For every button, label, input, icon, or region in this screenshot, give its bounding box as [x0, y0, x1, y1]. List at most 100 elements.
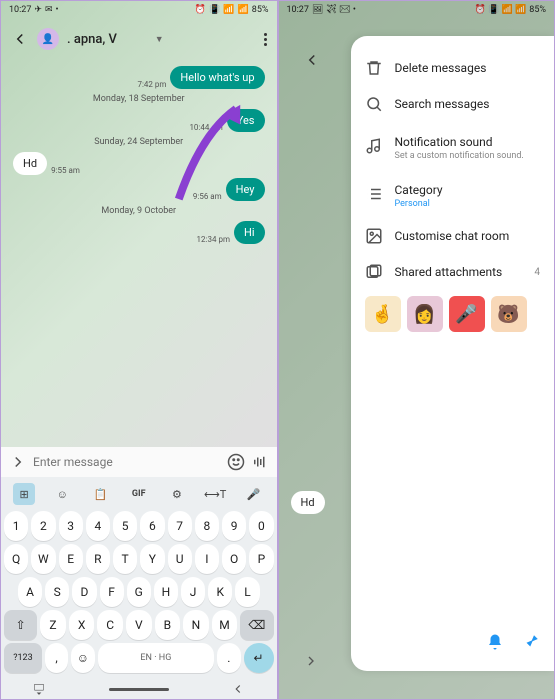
- menu-notification[interactable]: Notification sound Set a custom notifica…: [361, 122, 545, 170]
- date-divider: Monday, 9 October: [13, 206, 265, 216]
- signal-icon: 📶: [238, 5, 249, 15]
- back-icon[interactable]: [303, 51, 321, 69]
- chevron-down-icon[interactable]: ▼: [155, 34, 164, 45]
- attachment-thumb[interactable]: 🐻: [491, 296, 527, 332]
- chevron-right-icon[interactable]: [303, 653, 319, 669]
- key-k[interactable]: K: [208, 577, 232, 607]
- wifi-icon: 📶: [223, 5, 234, 15]
- kb-text-icon[interactable]: ⟷T: [204, 483, 226, 505]
- key-shift[interactable]: ⇧: [4, 610, 37, 640]
- key-2[interactable]: 2: [31, 511, 55, 541]
- key-backspace[interactable]: ⌫: [240, 610, 273, 640]
- pin-icon[interactable]: [522, 633, 540, 651]
- key-e[interactable]: E: [59, 544, 83, 574]
- key-r[interactable]: R: [86, 544, 110, 574]
- key-o[interactable]: O: [222, 544, 246, 574]
- kb-mic-icon[interactable]: 🎤: [242, 483, 264, 505]
- key-w[interactable]: W: [31, 544, 55, 574]
- attachment-thumb[interactable]: 🎤: [449, 296, 485, 332]
- expand-icon[interactable]: [9, 453, 27, 471]
- message-out[interactable]: 12:34 pm Hi: [13, 221, 265, 244]
- key-9[interactable]: 9: [222, 511, 246, 541]
- kb-settings-icon[interactable]: ⚙: [166, 483, 188, 505]
- chat-screen: 10:27 ✈ ✉ • ⏰ 📳 📶 📶 85% 👤 . apna, V ▼: [0, 0, 278, 700]
- attachment-thumb[interactable]: 👩: [407, 296, 443, 332]
- menu-category[interactable]: Category Personal: [361, 170, 545, 218]
- key-space[interactable]: EN · HG: [98, 643, 215, 673]
- avatar[interactable]: 👤: [37, 28, 59, 50]
- trash-icon: [365, 59, 383, 77]
- message-list[interactable]: 7:42 pm Hello what's up Monday, 18 Septe…: [1, 59, 277, 447]
- search-icon: [365, 95, 383, 113]
- kb-sticker-icon[interactable]: ☺: [51, 483, 73, 505]
- key-c[interactable]: C: [97, 610, 123, 640]
- key-j[interactable]: J: [181, 577, 205, 607]
- nav-home[interactable]: [109, 688, 169, 691]
- status-time: 10:27: [9, 5, 31, 15]
- options-sheet: Delete messages Search messages Notifica…: [351, 36, 555, 671]
- message-out[interactable]: 9:56 am Hey: [13, 178, 265, 201]
- nav-back-icon[interactable]: [231, 682, 245, 696]
- key-emoji[interactable]: ☺: [71, 643, 94, 673]
- key-u[interactable]: U: [168, 544, 192, 574]
- key-enter[interactable]: ↵: [244, 643, 274, 673]
- key-t[interactable]: T: [113, 544, 137, 574]
- key-h[interactable]: H: [154, 577, 178, 607]
- message-out[interactable]: 10:44 am Yes: [13, 109, 265, 132]
- kb-hide-icon[interactable]: [32, 682, 46, 696]
- key-1[interactable]: 1: [4, 511, 28, 541]
- key-i[interactable]: I: [195, 544, 219, 574]
- customise-icon: [365, 227, 383, 245]
- message-in[interactable]: Hd 9:55 am: [13, 152, 265, 175]
- key-3[interactable]: 3: [59, 511, 83, 541]
- menu-attachments[interactable]: Shared attachments 4: [361, 254, 545, 290]
- key-n[interactable]: N: [183, 610, 209, 640]
- key-0[interactable]: 0: [249, 511, 273, 541]
- key-7[interactable]: 7: [168, 511, 192, 541]
- menu-search[interactable]: Search messages: [361, 86, 545, 122]
- battery-text: 85%: [252, 5, 269, 15]
- key-s[interactable]: S: [45, 577, 69, 607]
- key-6[interactable]: 6: [140, 511, 164, 541]
- key-g[interactable]: G: [127, 577, 151, 607]
- message-input[interactable]: [33, 455, 221, 469]
- key-4[interactable]: 4: [86, 511, 110, 541]
- message-out[interactable]: 7:42 pm Hello what's up: [13, 66, 265, 89]
- bell-icon[interactable]: [486, 633, 504, 651]
- nav-bar: [1, 679, 277, 699]
- emoji-icon[interactable]: [227, 453, 245, 471]
- kb-gif-button[interactable]: GIF: [128, 483, 150, 505]
- key-f[interactable]: F: [100, 577, 124, 607]
- voice-wave-icon[interactable]: [251, 453, 269, 471]
- key-period[interactable]: .: [217, 643, 240, 673]
- back-icon[interactable]: [11, 30, 29, 48]
- key-q[interactable]: Q: [4, 544, 28, 574]
- mail-icon: ✉: [45, 5, 53, 15]
- menu-screen: 10:27 🖼 ✈ ✉ • ⏰ 📳 📶 📶 85% Hd Delete mess…: [278, 0, 555, 700]
- kb-clipboard-icon[interactable]: 📋: [90, 483, 112, 505]
- key-l[interactable]: L: [235, 577, 259, 607]
- key-comma[interactable]: ,: [45, 643, 68, 673]
- key-b[interactable]: B: [155, 610, 181, 640]
- menu-customise[interactable]: Customise chat room: [361, 218, 545, 254]
- key-numbers[interactable]: ?123: [4, 643, 42, 673]
- key-p[interactable]: P: [249, 544, 273, 574]
- key-z[interactable]: Z: [40, 610, 66, 640]
- menu-delete[interactable]: Delete messages: [361, 50, 545, 86]
- keyboard: ⊞ ☺ 📋 GIF ⚙ ⟷T 🎤 1234567890 QWERTYUIOP A…: [1, 477, 277, 699]
- contact-name[interactable]: . apna, V: [67, 32, 151, 47]
- hint-bubble: Hd: [291, 491, 325, 514]
- key-5[interactable]: 5: [113, 511, 137, 541]
- compose-bar: [1, 447, 277, 477]
- key-y[interactable]: Y: [140, 544, 164, 574]
- key-x[interactable]: X: [69, 610, 95, 640]
- kb-apps-icon[interactable]: ⊞: [13, 483, 35, 505]
- more-icon[interactable]: [264, 33, 267, 46]
- key-8[interactable]: 8: [195, 511, 219, 541]
- attachment-thumb[interactable]: 🤞: [365, 296, 401, 332]
- key-d[interactable]: D: [72, 577, 96, 607]
- key-m[interactable]: M: [212, 610, 238, 640]
- key-v[interactable]: V: [126, 610, 152, 640]
- status-bar: 10:27 ✈ ✉ • ⏰ 📳 📶 📶 85%: [1, 1, 277, 19]
- key-a[interactable]: A: [18, 577, 42, 607]
